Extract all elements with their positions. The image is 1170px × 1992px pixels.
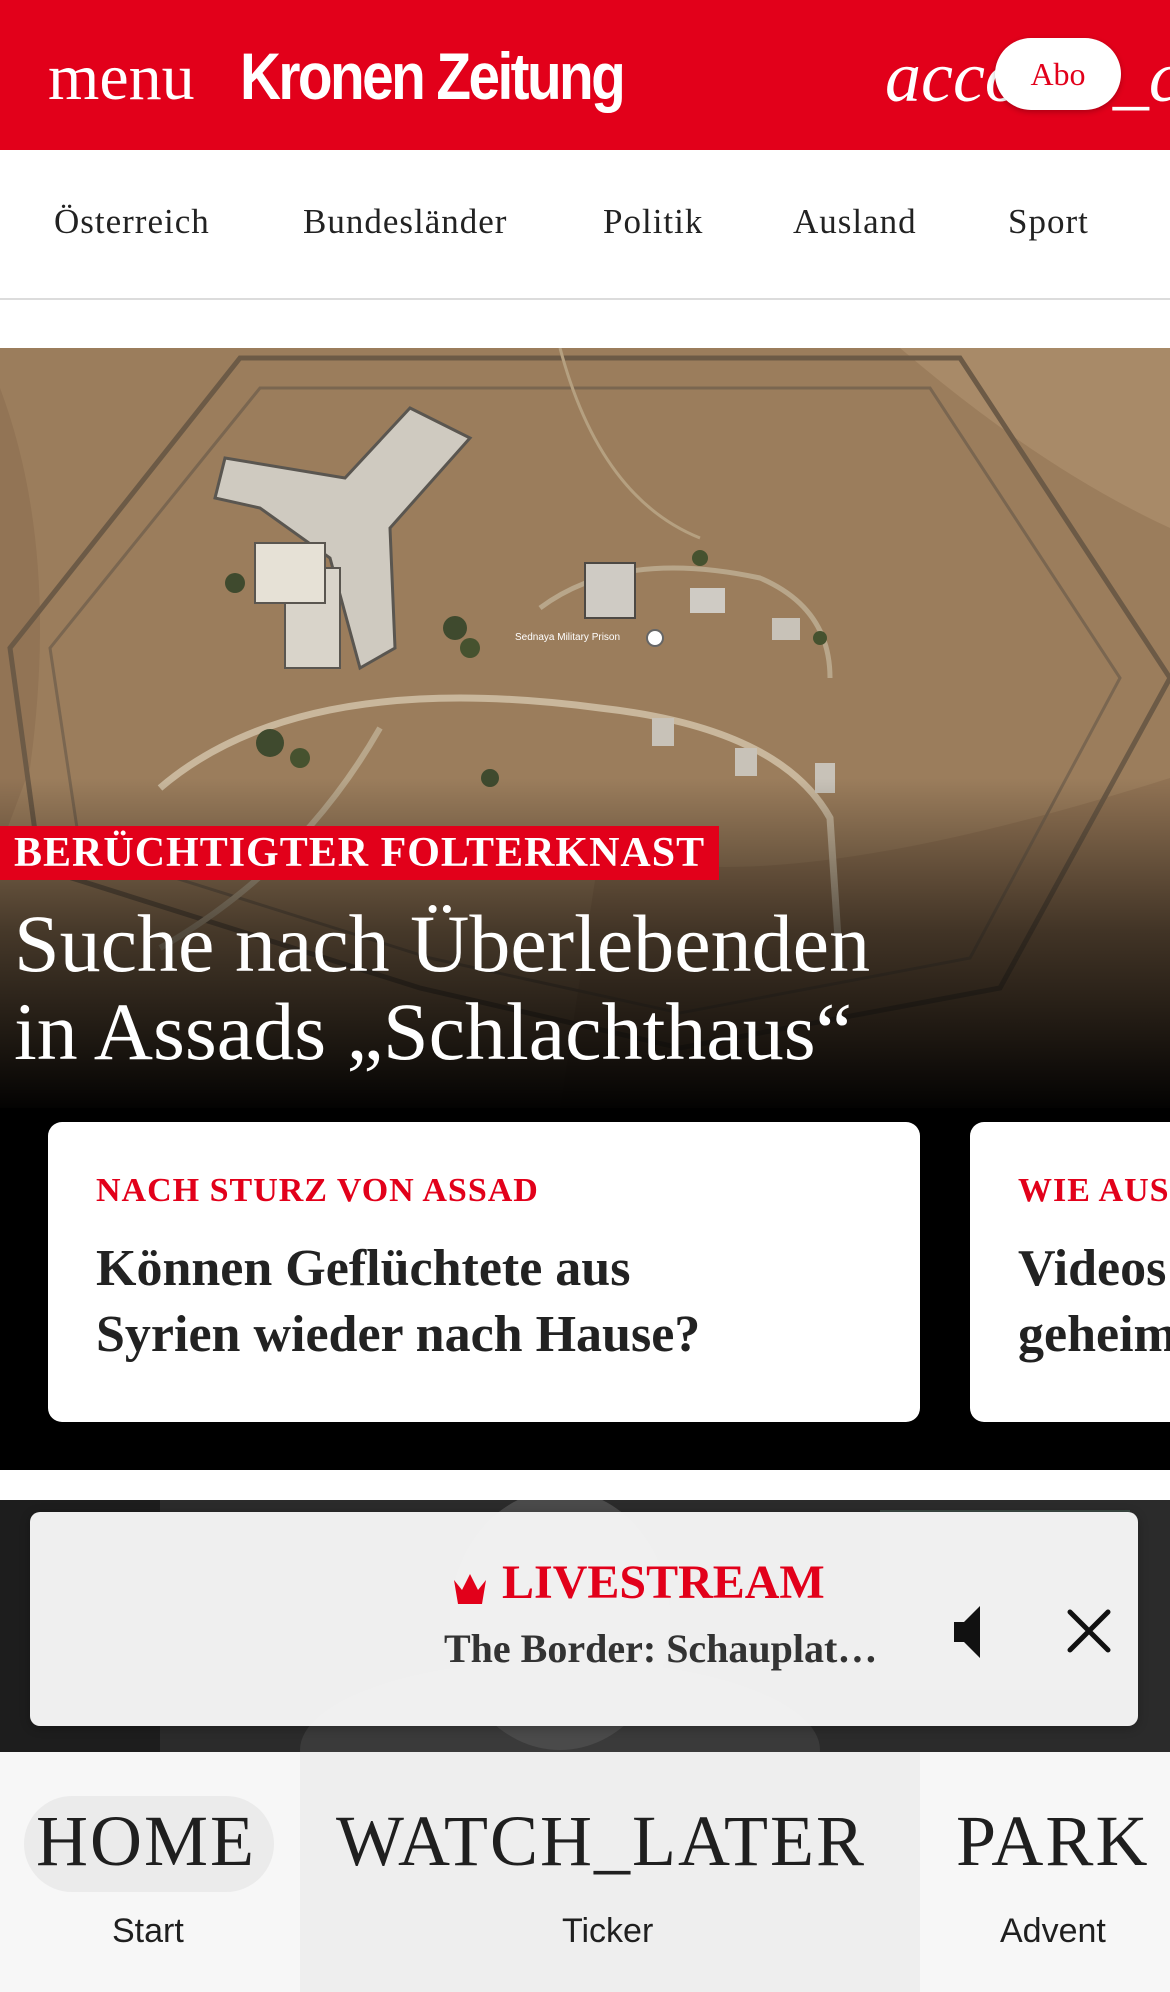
menu-button[interactable]: menu <box>48 38 195 118</box>
livestream-title[interactable]: The Border: Schauplat… <box>444 1624 877 1674</box>
tab-label: Advent <box>1000 1912 1106 1950</box>
watch-later-icon: WATCH_LATER <box>336 1801 866 1881</box>
crown-icon <box>454 1574 486 1604</box>
nav-item-bundeslaender[interactable]: Bundesländer <box>303 202 507 242</box>
top-header: menu Kronen Zeitung account_circle Abo <box>0 0 1170 150</box>
hero-headline[interactable]: Suche nach Überlebenden in Assads „Schla… <box>14 900 1014 1076</box>
nav-item-ausland[interactable]: Ausland <box>793 202 917 242</box>
hero-kicker: BERÜCHTIGTER FOLTERKNAST <box>0 826 720 880</box>
card-title: Können Geflüchtete aus Syrien wieder nac… <box>96 1236 876 1368</box>
card-title-line1: Können Geflüchtete aus <box>96 1240 631 1297</box>
card-title-line1: Videos <box>1018 1240 1167 1297</box>
hero-headline-line1: Suche nach Überlebenden <box>14 898 871 989</box>
tab-home[interactable]: HOME Start <box>0 1752 300 1992</box>
hero-headline-line2: in Assads „Schlachthaus“ <box>14 986 853 1077</box>
livestream-player[interactable]: LIVESTREAM The Border: Schauplat… <box>30 1512 1138 1726</box>
bottom-nav: HOME Start WATCH_LATER Ticker PARK Adven… <box>0 1752 1170 1992</box>
teaser-card[interactable]: NACH STURZ VON ASSAD Können Geflüchtete … <box>48 1122 920 1422</box>
livestream-label: LIVESTREAM <box>502 1556 825 1609</box>
card-title-line2: geheim <box>1018 1306 1170 1363</box>
hero-teaser[interactable]: Sednaya Military Prison BERÜCHTIGTER FOL… <box>0 348 1170 1470</box>
category-nav: Österreich Bundesländer Politik Ausland … <box>0 150 1170 300</box>
nav-item-sport[interactable]: Sport <box>1008 202 1089 242</box>
tab-ticker[interactable]: WATCH_LATER Ticker <box>300 1752 920 1992</box>
nav-item-oesterreich[interactable]: Österreich <box>54 202 210 242</box>
home-icon: HOME <box>36 1801 256 1881</box>
nav-item-politik[interactable]: Politik <box>603 202 703 242</box>
teaser-card[interactable]: WIE AUS Videos geheim <box>970 1122 1170 1422</box>
close-icon[interactable] <box>1066 1608 1112 1654</box>
site-logo[interactable]: Kronen Zeitung <box>240 34 626 118</box>
card-kicker: WIE AUS <box>1018 1172 1170 1209</box>
card-kicker: NACH STURZ VON ASSAD <box>96 1172 539 1209</box>
volume-icon[interactable] <box>952 1604 992 1660</box>
tab-advent[interactable]: PARK Advent <box>920 1752 1170 1992</box>
card-title: Videos geheim <box>1018 1236 1170 1368</box>
tab-label: Ticker <box>562 1912 654 1950</box>
tab-label: Start <box>112 1912 184 1950</box>
image-caption: Sednaya Military Prison <box>515 632 620 643</box>
card-title-line2: Syrien wieder nach Hause? <box>96 1306 701 1363</box>
abo-button[interactable]: Abo <box>995 38 1121 110</box>
park-icon: PARK <box>956 1801 1150 1881</box>
